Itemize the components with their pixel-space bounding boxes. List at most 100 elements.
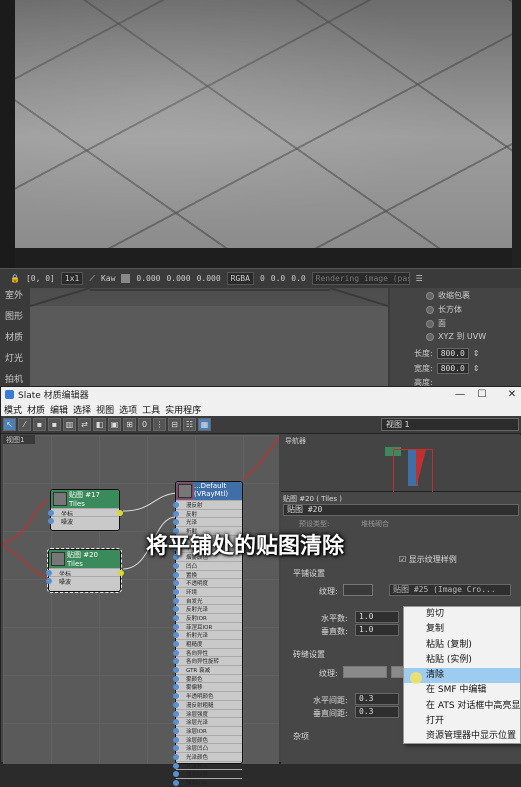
node-slot[interactable]: 漫反射粗糙 bbox=[173, 699, 242, 709]
node-slot[interactable]: 坐标 bbox=[48, 508, 119, 518]
node-slot[interactable]: 薄膜厚度 bbox=[173, 769, 242, 778]
length-spinner[interactable]: 800.0 bbox=[436, 348, 469, 359]
input-socket[interactable] bbox=[46, 578, 52, 584]
menu-item-show-in-explorer[interactable]: 资源管理器中显示位置 bbox=[404, 729, 520, 744]
output-socket[interactable] bbox=[118, 570, 124, 576]
tile-color-swatch[interactable] bbox=[343, 584, 373, 596]
menu-item-paste-copy[interactable]: 粘贴 (复制) bbox=[404, 638, 520, 653]
input-socket[interactable] bbox=[173, 693, 179, 700]
menu-material[interactable]: 材质 bbox=[27, 403, 45, 416]
grout-color-swatch[interactable] bbox=[343, 666, 387, 678]
node-slot[interactable]: 涂层凹凸 bbox=[173, 743, 242, 752]
node-slot[interactable]: GTR 衰减 bbox=[173, 665, 242, 674]
output-socket[interactable] bbox=[117, 510, 123, 516]
input-socket[interactable] bbox=[173, 667, 179, 674]
node-slot[interactable]: 折射光泽 bbox=[173, 630, 242, 639]
minimize-icon[interactable]: — bbox=[452, 387, 468, 402]
v-gap-spinner[interactable]: 0.3 bbox=[355, 706, 399, 718]
layout-icon[interactable]: ⊞ bbox=[123, 418, 136, 431]
ratio-dropdown[interactable]: 1x1 bbox=[60, 272, 84, 285]
node-slot[interactable]: 噪波 bbox=[48, 516, 119, 526]
menu-edit[interactable]: 编辑 bbox=[50, 403, 68, 416]
node-slot[interactable]: 各向异性 bbox=[173, 647, 242, 657]
node-slot[interactable]: 雾偏移 bbox=[173, 682, 242, 691]
input-socket[interactable] bbox=[173, 780, 179, 786]
menu-utilities[interactable]: 实用程序 bbox=[165, 403, 201, 416]
show-bg-icon[interactable]: ▣ bbox=[108, 418, 121, 431]
menu-item-paste-instance[interactable]: 粘贴 (实例) bbox=[404, 653, 520, 668]
input-socket[interactable] bbox=[173, 597, 179, 604]
input-socket[interactable] bbox=[173, 641, 179, 647]
tab-camera[interactable]: 拍机 bbox=[5, 372, 23, 385]
menu-icon[interactable]: ☰ bbox=[416, 274, 423, 283]
input-socket[interactable] bbox=[173, 623, 179, 630]
option-shrinkwrap[interactable]: 收缩包裹 bbox=[426, 290, 470, 301]
vraymtl-node[interactable]: ...Default (VRayMtl) 漫反射 反射 光泽 折射 IOR 半透明 烟雾颜色凹… bbox=[173, 481, 243, 787]
node-view-canvas[interactable]: 视图1 贴图 #17 Tiles 坐标 噪波 贴图 #20 Tiles 坐标 噪波 … bbox=[3, 435, 279, 787]
node-slot[interactable]: 光泽光泽 bbox=[173, 760, 242, 770]
menu-item-copy[interactable]: 复制 bbox=[404, 622, 520, 637]
input-socket[interactable] bbox=[173, 614, 179, 621]
node-slot[interactable]: 光泽颜色 bbox=[173, 751, 242, 761]
input-socket[interactable] bbox=[173, 719, 179, 726]
v-count-spinner[interactable]: 1.0 bbox=[355, 624, 399, 636]
option-xyz-uvw[interactable]: XYZ 到 UVW bbox=[426, 331, 486, 342]
input-socket[interactable] bbox=[173, 588, 179, 595]
input-socket[interactable] bbox=[173, 502, 179, 508]
move-children-icon[interactable]: ⇄ bbox=[78, 418, 91, 431]
node-slot[interactable]: 涂层IOR bbox=[173, 725, 242, 735]
menu-view[interactable]: 视图 bbox=[96, 403, 114, 416]
map-name-field[interactable]: 贴图 #20 bbox=[283, 504, 519, 516]
menu-item-edit-in-smf[interactable]: 在 SMF 中编辑 bbox=[404, 683, 520, 698]
mtl-map-browser-icon[interactable]: ☷ bbox=[183, 418, 196, 431]
parameter-editor-icon[interactable]: ▦ bbox=[198, 418, 211, 431]
tab-lights[interactable]: 灯光 bbox=[5, 351, 23, 364]
node-slot[interactable]: 涂层光泽 bbox=[173, 717, 242, 726]
input-socket[interactable] bbox=[173, 562, 179, 569]
tile-texture-map-button[interactable]: 贴图 #25 (Image Cro... bbox=[389, 584, 511, 596]
node-slot[interactable]: 自发光 bbox=[173, 595, 242, 605]
spinner-arrows-icon[interactable]: ⇕ bbox=[473, 364, 480, 373]
colorspace-dropdown[interactable]: RGBA bbox=[226, 272, 254, 285]
tab-shapes[interactable]: 图形 bbox=[5, 309, 23, 322]
tab-outdoor[interactable]: 室外 bbox=[5, 288, 23, 301]
node-slot[interactable]: 粗糙度 bbox=[173, 639, 242, 648]
node-slot[interactable]: 各向异性旋转 bbox=[173, 656, 242, 665]
input-socket[interactable] bbox=[173, 701, 179, 708]
node-slot[interactable]: 菲涅耳IOR bbox=[173, 621, 242, 631]
node-slot[interactable]: 环境 bbox=[173, 586, 242, 596]
width-spinner[interactable]: 800.0 bbox=[436, 363, 469, 374]
navigator-view-rect[interactable] bbox=[393, 449, 433, 493]
input-socket[interactable] bbox=[173, 684, 179, 691]
select-tool-icon[interactable]: ↖ bbox=[3, 418, 16, 431]
input-socket[interactable] bbox=[173, 675, 179, 682]
h-gap-spinner[interactable]: 0.3 bbox=[355, 693, 399, 705]
assign-icon[interactable]: ▪ bbox=[48, 418, 61, 431]
input-socket[interactable] bbox=[173, 519, 179, 526]
menu-options[interactable]: 选项 bbox=[119, 403, 137, 416]
input-socket[interactable] bbox=[173, 736, 179, 743]
delete-icon[interactable]: ▥ bbox=[63, 418, 76, 431]
tiles-node-20[interactable]: 贴图 #20 Tiles 坐标 噪波 bbox=[46, 548, 124, 593]
node-slot[interactable]: 坐标 bbox=[46, 568, 120, 578]
h-count-spinner[interactable]: 1.0 bbox=[355, 611, 399, 623]
node-slot[interactable]: 雾颜色 bbox=[173, 673, 242, 683]
node-slot[interactable]: 反射 bbox=[173, 508, 242, 518]
input-socket[interactable] bbox=[173, 571, 179, 578]
input-socket[interactable] bbox=[173, 762, 179, 769]
put-to-scene-icon[interactable]: ▪ bbox=[33, 418, 46, 431]
input-socket[interactable] bbox=[173, 727, 179, 734]
arrange-icon[interactable]: ⋮ bbox=[153, 418, 166, 431]
show-map-icon[interactable]: ◧ bbox=[93, 418, 106, 431]
eyedropper-tool-icon[interactable]: ⁄ bbox=[18, 418, 31, 431]
view-dropdown[interactable]: 视图 1 bbox=[381, 418, 519, 431]
zero-icon[interactable]: 0 bbox=[138, 418, 151, 431]
menu-item-open[interactable]: 打开 bbox=[404, 714, 520, 729]
node-slot[interactable]: 漫反射 bbox=[173, 500, 242, 509]
node-slot[interactable]: 反射光泽 bbox=[173, 604, 242, 613]
input-socket[interactable] bbox=[173, 580, 179, 587]
tab-materials[interactable]: 材质 bbox=[5, 330, 23, 343]
close-icon[interactable]: ✕ bbox=[504, 387, 520, 402]
input-socket[interactable] bbox=[173, 745, 179, 752]
layout-children-icon[interactable]: ⊟ bbox=[168, 418, 181, 431]
